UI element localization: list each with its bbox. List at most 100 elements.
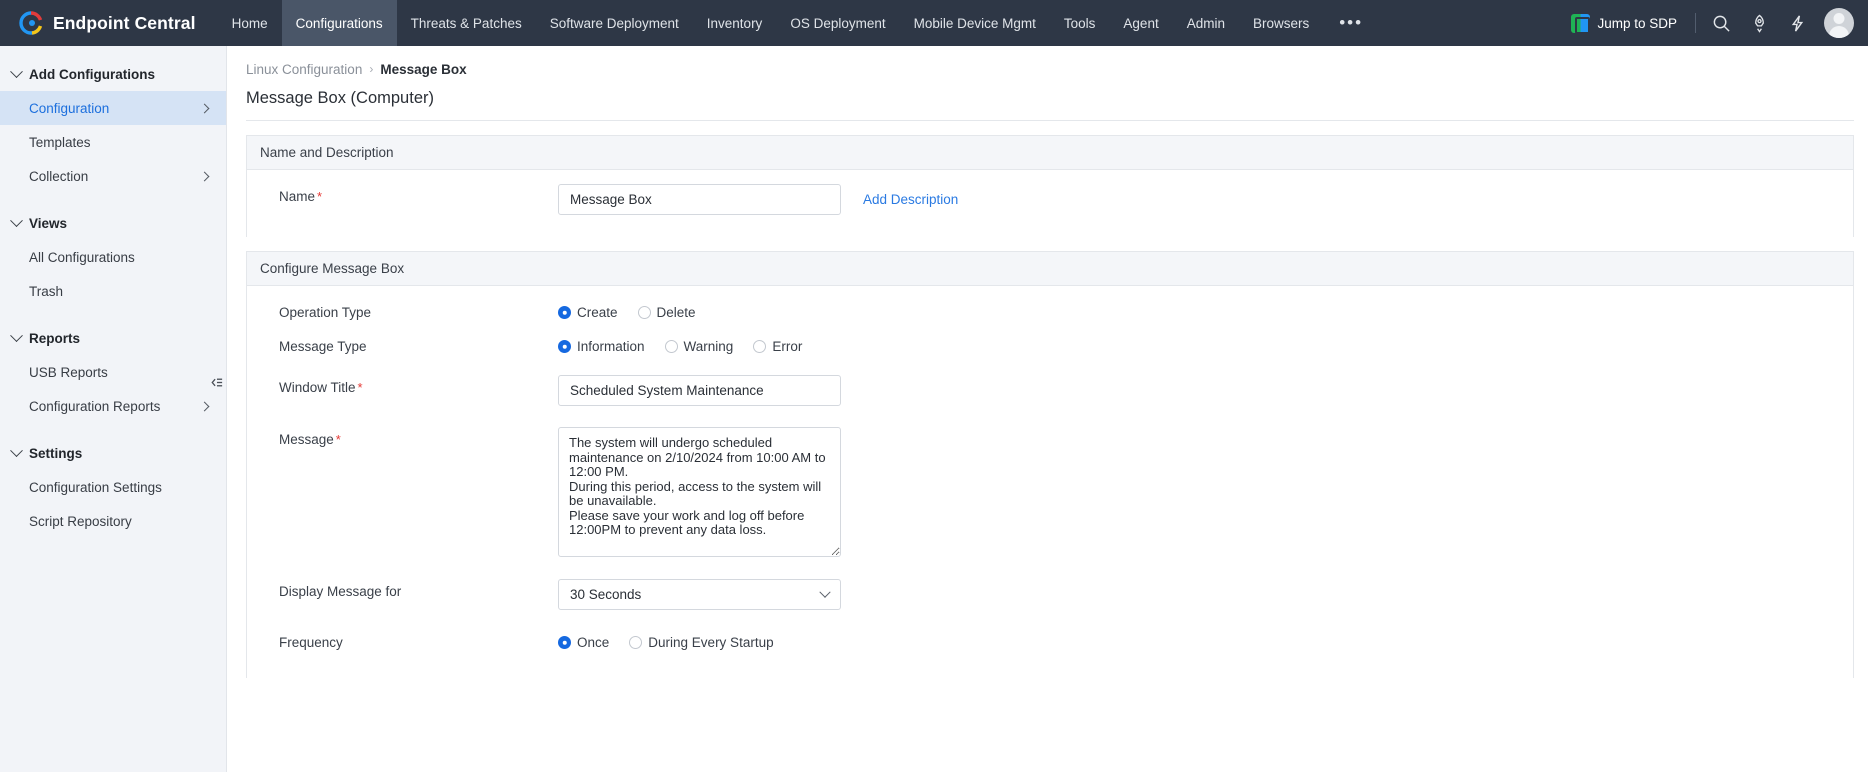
radio-dot-icon bbox=[558, 340, 571, 353]
sidebar-item-configuration-settings[interactable]: Configuration Settings bbox=[0, 470, 226, 504]
sidebar-item-trash[interactable]: Trash bbox=[0, 274, 226, 308]
page-title: Message Box (Computer) bbox=[227, 80, 1868, 120]
radio-label: During Every Startup bbox=[648, 635, 773, 650]
radio-message-type-information[interactable]: Information bbox=[558, 339, 645, 354]
nav-item-tools[interactable]: Tools bbox=[1050, 0, 1110, 46]
name-field-group: Add Description bbox=[558, 184, 958, 215]
sidebar-item-label: Templates bbox=[29, 135, 91, 150]
radio-operation-type-delete[interactable]: Delete bbox=[638, 305, 696, 320]
window-title-input[interactable] bbox=[558, 375, 841, 406]
nav-item-os-deployment[interactable]: OS Deployment bbox=[776, 0, 899, 46]
sidebar-item-label: Configuration bbox=[29, 101, 109, 116]
form-row-name: Name* Add Description bbox=[247, 170, 1853, 215]
nav-item-software-deployment[interactable]: Software Deployment bbox=[536, 0, 693, 46]
user-avatar[interactable] bbox=[1824, 8, 1854, 38]
jump-to-sdp-label: Jump to SDP bbox=[1597, 16, 1677, 31]
nav-item-mobile-device-mgmt[interactable]: Mobile Device Mgmt bbox=[900, 0, 1050, 46]
radio-label: Error bbox=[772, 339, 802, 354]
name-input[interactable] bbox=[558, 184, 841, 215]
display-duration-select[interactable]: 30 Seconds bbox=[558, 579, 841, 610]
radio-dot-icon bbox=[558, 306, 571, 319]
nav-item-home[interactable]: Home bbox=[218, 0, 282, 46]
window-title-label: Window Title* bbox=[247, 375, 558, 395]
sidebar-item-label: USB Reports bbox=[29, 365, 108, 380]
radio-label: Delete bbox=[657, 305, 696, 320]
collapse-sidebar-icon[interactable] bbox=[206, 371, 226, 393]
radio-message-type-error[interactable]: Error bbox=[753, 339, 802, 354]
page-body: Add Configurations Configuration Templat… bbox=[0, 46, 1868, 772]
brand-name: Endpoint Central bbox=[53, 13, 196, 34]
panel-heading: Configure Message Box bbox=[247, 252, 1853, 286]
sidebar-item-configuration-reports[interactable]: Configuration Reports bbox=[0, 389, 226, 423]
sidebar-group-views[interactable]: Views bbox=[0, 207, 226, 240]
sidebar-group-reports[interactable]: Reports bbox=[0, 322, 226, 355]
display-message-for-label: Display Message for bbox=[247, 579, 558, 599]
radio-dot-icon bbox=[558, 636, 571, 649]
name-label-text: Name bbox=[279, 189, 315, 204]
message-label: Message* bbox=[247, 427, 558, 447]
operation-type-field: Create Delete bbox=[558, 300, 696, 320]
message-label-text: Message bbox=[279, 432, 334, 447]
form-row-operation-type: Operation Type Create Delete bbox=[247, 286, 1853, 320]
radio-message-type-warning[interactable]: Warning bbox=[665, 339, 734, 354]
sdp-badge-icon bbox=[1571, 14, 1590, 33]
radio-frequency-during-every-startup[interactable]: During Every Startup bbox=[629, 635, 773, 650]
sidebar-group-label: Settings bbox=[29, 446, 82, 461]
brand[interactable]: Endpoint Central bbox=[0, 0, 218, 46]
breadcrumb: Linux Configuration › Message Box bbox=[227, 58, 1868, 80]
radio-dot-icon bbox=[665, 340, 678, 353]
display-message-for-field: 30 Seconds bbox=[558, 579, 841, 610]
sidebar-item-all-configurations[interactable]: All Configurations bbox=[0, 240, 226, 274]
sidebar-spacer bbox=[0, 308, 226, 322]
message-textarea[interactable]: The system will undergo scheduled mainte… bbox=[558, 427, 841, 557]
nav-item-agent[interactable]: Agent bbox=[1109, 0, 1172, 46]
row-spacer bbox=[247, 215, 1853, 237]
row-spacer bbox=[247, 650, 1853, 678]
nav-item-browsers[interactable]: Browsers bbox=[1239, 0, 1323, 46]
radio-frequency-once[interactable]: Once bbox=[558, 635, 609, 650]
sidebar-spacer bbox=[0, 193, 226, 207]
message-type-radio-group: Information Warning Error bbox=[558, 334, 802, 354]
sidebar-group-add-configurations[interactable]: Add Configurations bbox=[0, 58, 226, 91]
sidebar-item-usb-reports[interactable]: USB Reports bbox=[0, 355, 226, 389]
primary-nav: Home Configurations Threats & Patches So… bbox=[218, 0, 1560, 46]
search-icon[interactable] bbox=[1702, 0, 1740, 46]
chevron-right-icon bbox=[200, 171, 210, 181]
chevron-right-icon bbox=[200, 401, 210, 411]
nav-item-threats-patches[interactable]: Threats & Patches bbox=[397, 0, 536, 46]
sidebar-item-configuration[interactable]: Configuration bbox=[0, 91, 226, 125]
nav-item-admin[interactable]: Admin bbox=[1173, 0, 1239, 46]
sidebar-item-script-repository[interactable]: Script Repository bbox=[0, 504, 226, 538]
sidebar-item-collection[interactable]: Collection bbox=[0, 159, 226, 193]
jump-to-sdp-button[interactable]: Jump to SDP bbox=[1559, 14, 1689, 33]
nav-overflow-menu-icon[interactable]: ••• bbox=[1323, 0, 1379, 46]
sidebar-item-label: Trash bbox=[29, 284, 63, 299]
panel-configure-message-box: Configure Message Box Operation Type Cre… bbox=[246, 251, 1854, 678]
bolt-icon[interactable] bbox=[1778, 0, 1816, 46]
form-row-window-title: Window Title* bbox=[247, 354, 1853, 406]
sidebar-item-templates[interactable]: Templates bbox=[0, 125, 226, 159]
sidebar: Add Configurations Configuration Templat… bbox=[0, 46, 227, 772]
chevron-right-icon bbox=[200, 103, 210, 113]
radio-dot-icon bbox=[753, 340, 766, 353]
nav-item-configurations[interactable]: Configurations bbox=[282, 0, 397, 46]
frequency-label: Frequency bbox=[247, 630, 558, 650]
required-asterisk: * bbox=[317, 189, 322, 204]
sidebar-group-label: Views bbox=[29, 216, 67, 231]
sidebar-item-label: All Configurations bbox=[29, 250, 135, 265]
window-title-field bbox=[558, 375, 841, 406]
rocket-icon[interactable] bbox=[1740, 0, 1778, 46]
main-content: Linux Configuration › Message Box Messag… bbox=[227, 46, 1868, 772]
sidebar-group-settings[interactable]: Settings bbox=[0, 437, 226, 470]
radio-dot-icon bbox=[638, 306, 651, 319]
operation-type-label: Operation Type bbox=[247, 300, 558, 320]
radio-label: Information bbox=[577, 339, 645, 354]
window-title-label-text: Window Title bbox=[279, 380, 356, 395]
add-description-link[interactable]: Add Description bbox=[863, 184, 958, 215]
radio-operation-type-create[interactable]: Create bbox=[558, 305, 618, 320]
nav-item-inventory[interactable]: Inventory bbox=[693, 0, 777, 46]
breadcrumb-parent-link[interactable]: Linux Configuration bbox=[246, 62, 362, 77]
message-type-field: Information Warning Error bbox=[558, 334, 802, 354]
name-label: Name* bbox=[247, 184, 558, 204]
breadcrumb-separator-icon: › bbox=[369, 62, 373, 76]
